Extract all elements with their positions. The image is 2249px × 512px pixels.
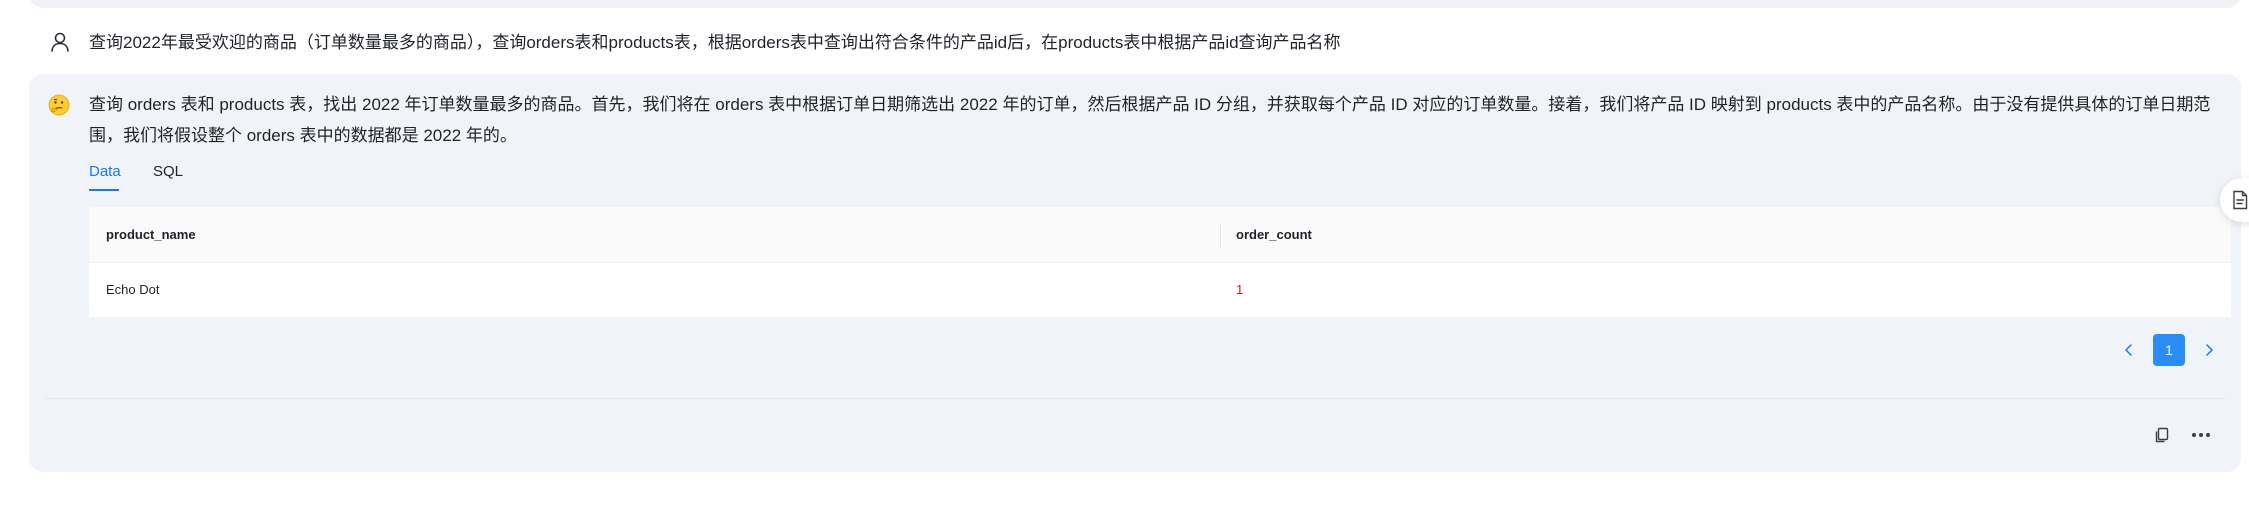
more-horizontal-icon[interactable] xyxy=(2190,426,2212,444)
chevron-right-icon[interactable] xyxy=(2201,342,2217,358)
result-table: product_name order_count Echo Dot 1 xyxy=(89,207,2231,317)
user-message: 查询2022年最受欢迎的商品（订单数量最多的商品），查询orders表和prod… xyxy=(0,24,2249,78)
tab-data[interactable]: Data xyxy=(89,161,121,191)
table-header: product_name order_count xyxy=(89,207,2231,263)
column-header-order-count[interactable]: order_count xyxy=(1236,207,1312,263)
column-divider xyxy=(1220,223,1221,247)
active-tab-indicator xyxy=(89,189,119,191)
page-number-current[interactable]: 1 xyxy=(2153,334,2185,366)
previous-message-card xyxy=(29,0,2241,8)
thinking-face-emoji-icon xyxy=(48,94,70,116)
column-header-product-name[interactable]: product_name xyxy=(106,207,196,263)
card-divider xyxy=(45,398,2225,399)
tab-sql[interactable]: SQL xyxy=(153,161,183,183)
chat-page: 查询2022年最受欢迎的商品（订单数量最多的商品），查询orders表和prod… xyxy=(0,0,2249,512)
chevron-left-icon[interactable] xyxy=(2121,342,2137,358)
table-row: Echo Dot 1 xyxy=(89,263,2231,317)
cell-product-name: Echo Dot xyxy=(106,282,160,297)
user-message-text: 查询2022年最受欢迎的商品（订单数量最多的商品），查询orders表和prod… xyxy=(89,33,1341,52)
copy-icon[interactable] xyxy=(2153,426,2171,444)
document-icon xyxy=(2233,190,2248,210)
assistant-message-text: 查询 orders 表和 products 表，找出 2022 年订单数量最多的… xyxy=(89,95,2211,145)
cell-order-count: 1 xyxy=(1236,282,1244,297)
tab-sql-label: SQL xyxy=(153,163,184,180)
tab-data-label: Data xyxy=(89,163,121,180)
user-icon xyxy=(51,32,69,52)
